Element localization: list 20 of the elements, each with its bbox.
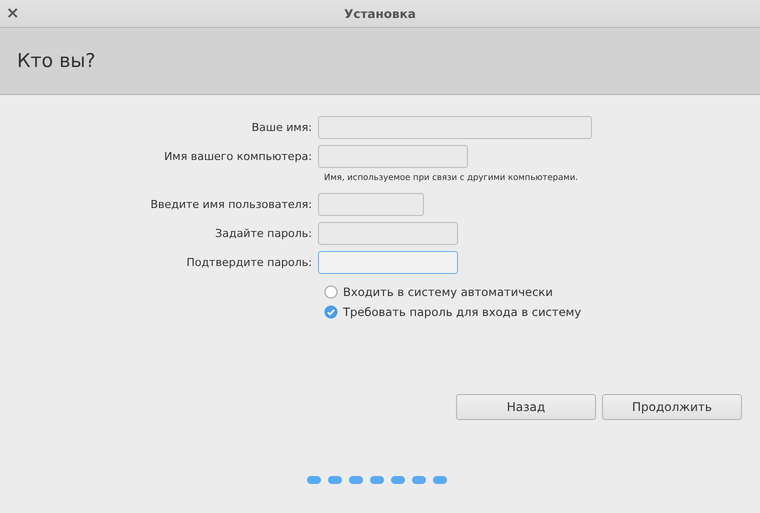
close-button[interactable]: × [6, 4, 20, 22]
option-label: Требовать пароль для входа в систему [343, 305, 582, 319]
field-label: Имя вашего компьютера: [163, 150, 313, 162]
input-field[interactable] [318, 116, 592, 138]
hint-text: Имя, используемое при связи с другими компьютерами. [324, 173, 578, 183]
page-title: Кто вы? [17, 50, 96, 72]
field-label: Подтвердите пароль: [185, 256, 313, 268]
checked-radio-icon[interactable] [324, 305, 338, 319]
option-label: Входить в систему автоматически [343, 285, 553, 299]
radio-button[interactable] [324, 285, 338, 299]
window-title: Установка [344, 6, 416, 20]
field-label: Введите имя пользователя: [149, 198, 313, 210]
input-field[interactable] [318, 250, 458, 274]
nav-button[interactable]: Продолжить [602, 394, 742, 420]
nav-button[interactable]: Назад [456, 394, 596, 420]
field-label: Ваше имя: [250, 120, 313, 134]
input-field[interactable] [318, 222, 458, 244]
field-label: Задайте пароль: [214, 226, 313, 240]
input-field[interactable] [318, 144, 468, 168]
input-field[interactable] [318, 192, 424, 216]
